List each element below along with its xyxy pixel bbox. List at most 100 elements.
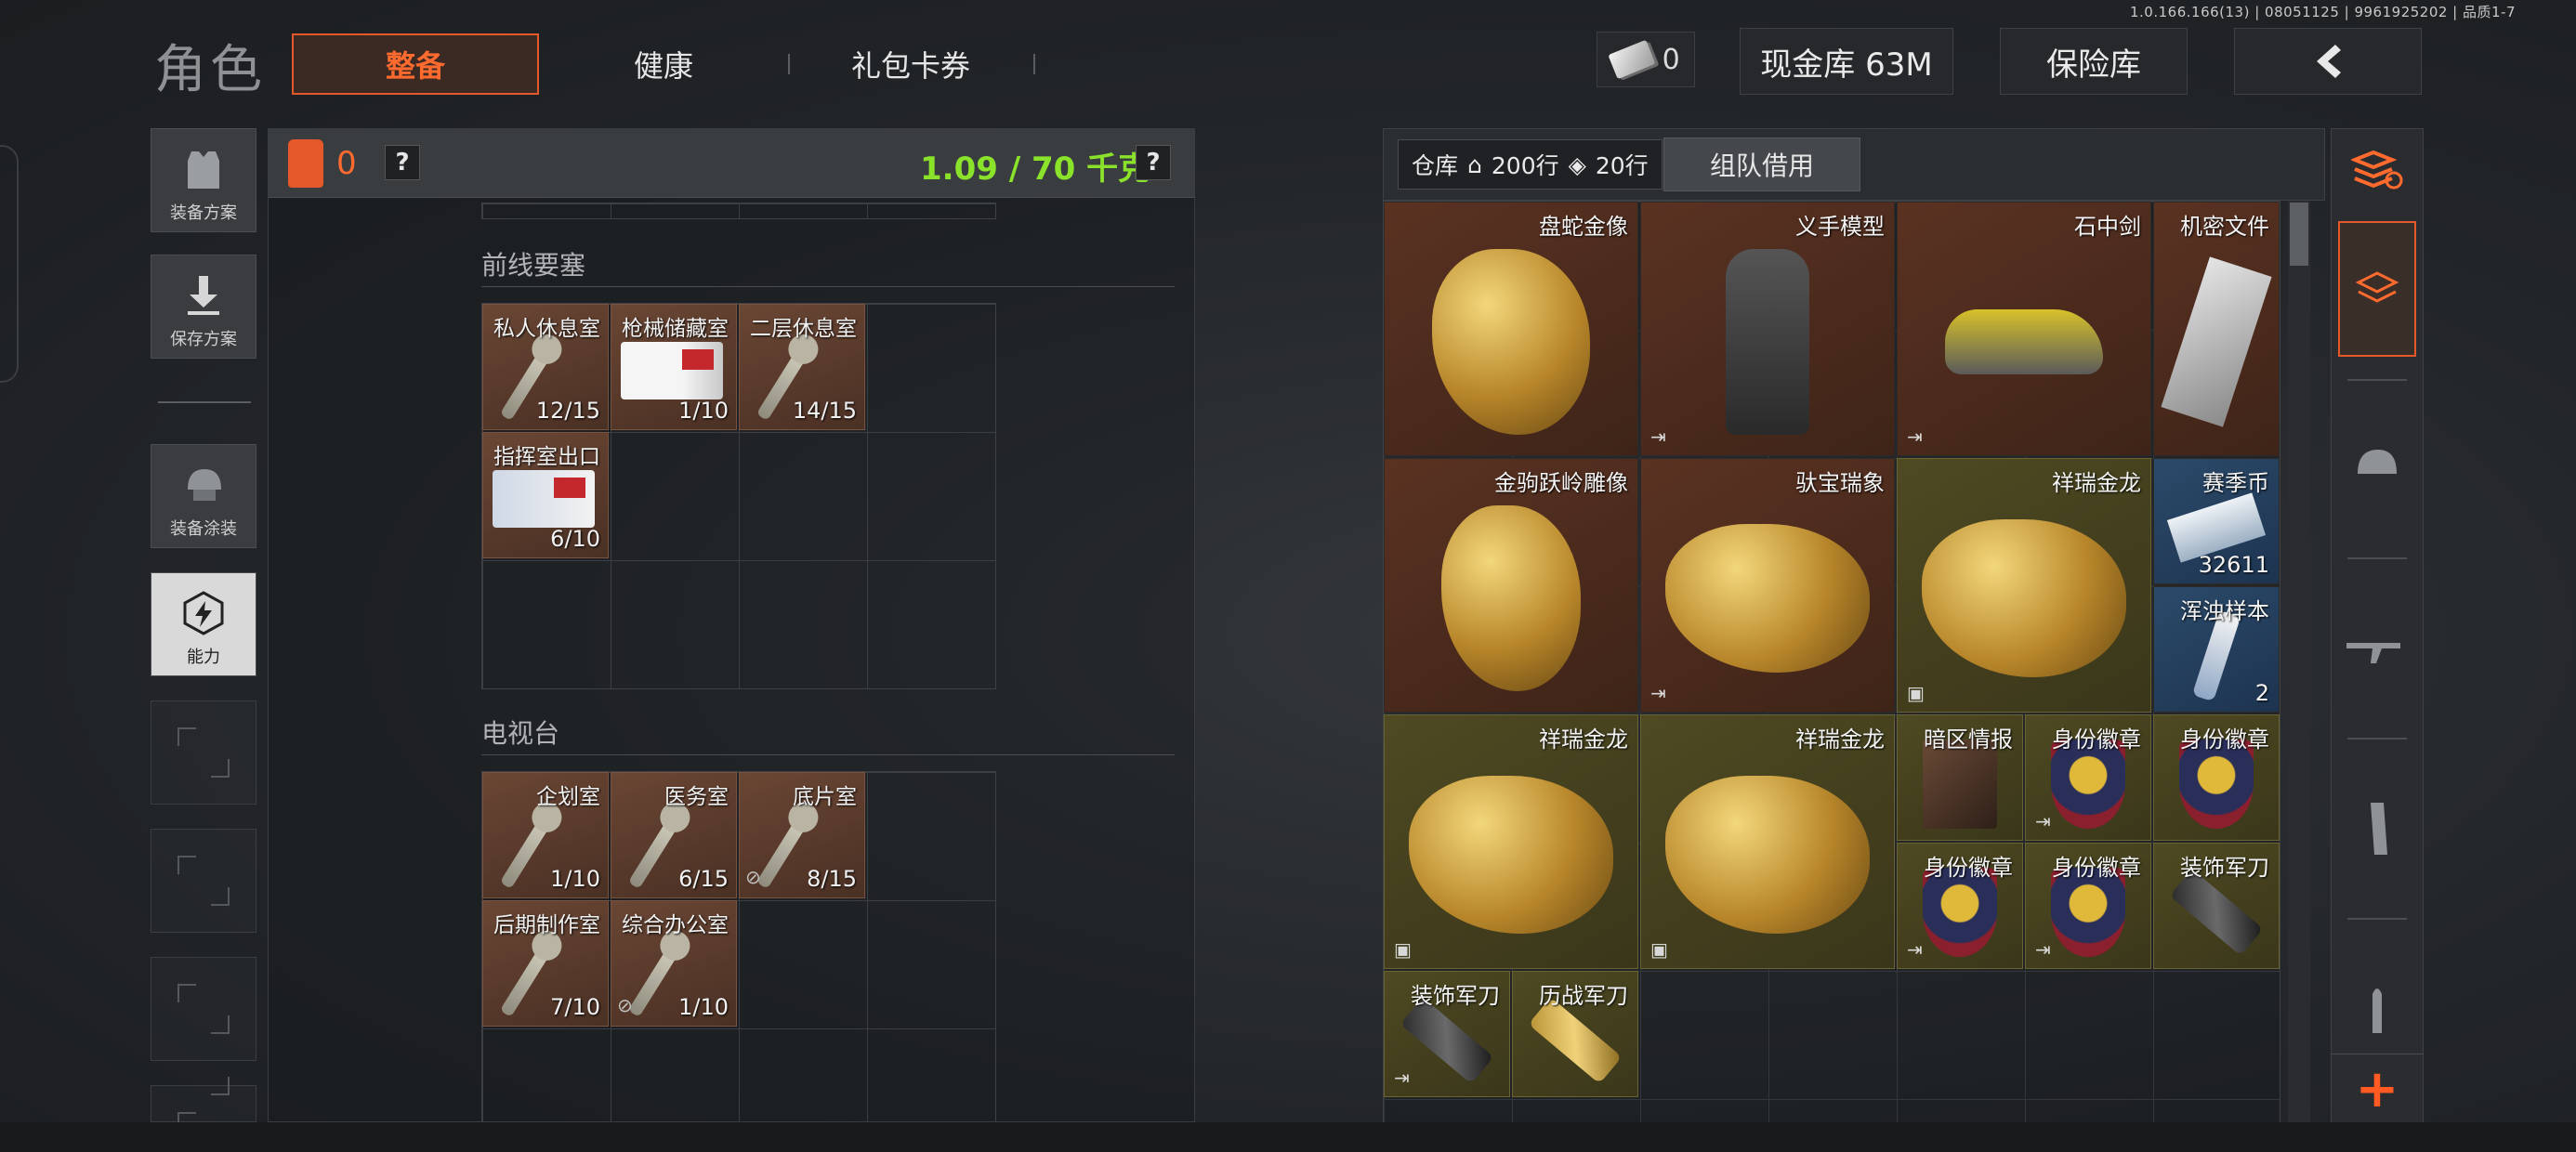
key-durability: 1/10 <box>678 994 729 1020</box>
warehouse-item[interactable]: 暗区情报 <box>1897 714 2023 841</box>
golden-dragon-icon <box>1922 518 2126 677</box>
item-name: 身份徽章 <box>1924 855 2013 881</box>
key-item[interactable]: ⊘ 底片室 8/15 <box>739 772 865 898</box>
warehouse-item[interactable]: 装饰军刀 ⇥ <box>1384 971 1510 1097</box>
stack-sort-icon[interactable] <box>2338 132 2416 210</box>
save-plan-button[interactable]: 保存方案 <box>151 255 256 359</box>
key-durability: 6/15 <box>678 866 729 892</box>
tab-separator <box>788 54 790 74</box>
rifle-icon[interactable] <box>2338 609 2416 687</box>
tab-gift-cards[interactable]: 礼包卡券 <box>818 33 1004 95</box>
add-button[interactable]: + <box>2331 1054 2424 1124</box>
key-durability: 14/15 <box>792 398 857 424</box>
exit-icon: ⇥ <box>1907 425 1923 448</box>
warehouse-item[interactable]: 身份徽章 ⇥ <box>2025 843 2151 969</box>
restricted-icon: ⊘ <box>745 866 761 888</box>
exit-icon: ⇥ <box>1650 425 1666 448</box>
layers-icon[interactable] <box>2338 221 2416 357</box>
warehouse-item[interactable]: 石中剑 ⇥ <box>1897 202 2151 456</box>
item-name: 祥瑞金龙 <box>1539 727 1628 753</box>
chevron-left-icon <box>2317 45 2341 78</box>
warehouse-item[interactable]: 身份徽章 ⇥ <box>2025 714 2151 841</box>
warehouse-item[interactable]: 祥瑞金龙 ▣ <box>1384 714 1638 969</box>
warehouse-item[interactable]: 祥瑞金龙 ▣ <box>1897 458 2151 713</box>
hand-model-icon <box>1726 248 1809 435</box>
horse-statue-icon <box>1441 504 1581 691</box>
warehouse-item[interactable]: 机密文件 <box>2153 202 2280 456</box>
warehouse-label[interactable]: 仓库 ⌂ 200行 ◈ 20行 <box>1398 139 1663 190</box>
key-item[interactable]: 企划室 1/10 <box>482 772 609 898</box>
key-name: 二层休息室 <box>750 317 857 341</box>
insurance-vault-button[interactable]: 保险库 <box>2000 28 2188 95</box>
section-divider <box>481 286 1175 287</box>
key-name: 枪械储藏室 <box>622 317 729 341</box>
warehouse-item[interactable]: 历战军刀 <box>1512 971 1638 1097</box>
warehouse-item[interactable]: 赛季币 32611 <box>2153 458 2280 584</box>
ticket-counter[interactable]: 0 <box>1597 32 1695 87</box>
side-drawer-handle[interactable] <box>0 145 19 383</box>
download-icon <box>188 276 219 315</box>
back-button[interactable] <box>2234 28 2422 95</box>
golden-dragon-icon <box>1665 775 1870 934</box>
ability-button[interactable]: 能力 <box>151 572 256 676</box>
warehouse-item[interactable]: 装饰军刀 <box>2153 843 2280 969</box>
ticket-count: 0 <box>1662 43 1680 76</box>
cash-vault-button[interactable]: 现金库 63M <box>1740 28 1953 95</box>
sidebar-item-label: 保存方案 <box>170 330 237 349</box>
warehouse-item[interactable]: 驮宝瑞象 ⇥ <box>1640 458 1895 713</box>
key-item[interactable]: ⊘ 综合办公室 1/10 <box>611 900 737 1027</box>
key-item[interactable]: 后期制作室 7/10 <box>482 900 609 1027</box>
item-name: 义手模型 <box>1795 214 1885 240</box>
empty-slot[interactable] <box>151 957 256 1061</box>
item-name: 赛季币 <box>2202 470 2269 496</box>
team-borrow-button[interactable]: 组队借用 <box>1663 137 1860 191</box>
warehouse-title: 仓库 <box>1412 152 1459 179</box>
warehouse-item[interactable]: 浑浊样本 2 <box>2153 586 2280 713</box>
key-item[interactable]: 私人休息室 12/15 <box>482 304 609 430</box>
sidebar-item-label: 装备方案 <box>170 203 237 223</box>
weight-indicator: 1.09 / 70 千克 <box>920 151 1150 188</box>
weight-help-button[interactable]: ? <box>1136 145 1171 180</box>
empty-slot[interactable] <box>151 829 256 933</box>
sidebar-item-label: 能力 <box>187 648 220 667</box>
item-count: 32611 <box>2198 552 2269 578</box>
item-name: 机密文件 <box>2180 214 2269 240</box>
key-icon <box>499 812 555 890</box>
scroll-thumb[interactable] <box>2290 203 2308 266</box>
item-name: 祥瑞金龙 <box>1795 727 1885 753</box>
warehouse-scrollbar[interactable] <box>2288 201 2310 1124</box>
key-name: 企划室 <box>536 785 600 809</box>
warehouse-item[interactable]: 义手模型 ⇥ <box>1640 202 1895 456</box>
tab-prepare[interactable]: 整备 <box>292 33 539 95</box>
key-name: 综合办公室 <box>622 913 729 937</box>
toolbar-divider <box>2347 557 2407 559</box>
equipment-paint-button[interactable]: 装备涂装 <box>151 444 256 548</box>
ammo-icon[interactable] <box>2338 970 2416 1048</box>
warehouse-item[interactable]: 身份徽章 <box>2153 714 2280 841</box>
loadout-plan-button[interactable]: 装备方案 <box>151 128 256 232</box>
key-item[interactable]: 枪械储藏室 1/10 <box>611 304 737 430</box>
sidebar-item-label: 装备涂装 <box>170 519 237 539</box>
help-button[interactable]: ? <box>385 145 420 180</box>
empty-slot[interactable] <box>151 700 256 805</box>
item-name: 盘蛇金像 <box>1539 214 1628 240</box>
box-icon: ▣ <box>1907 682 1925 704</box>
tab-health[interactable]: 健康 <box>571 33 756 95</box>
warehouse-item[interactable]: 身份徽章 ⇥ <box>1897 843 2023 969</box>
warehouse-item[interactable]: 金驹跃岭雕像 <box>1384 458 1638 713</box>
key-durability: 6/10 <box>550 526 600 552</box>
helmet-icon[interactable] <box>2338 427 2416 505</box>
key-item[interactable]: 指挥室出口 6/10 <box>482 432 609 558</box>
key-item[interactable]: 医务室 6/15 <box>611 772 737 898</box>
empty-slot[interactable] <box>151 1077 256 1131</box>
key-item[interactable]: 二层休息室 14/15 <box>739 304 865 430</box>
warehouse-item[interactable]: 盘蛇金像 <box>1384 202 1638 456</box>
elephant-statue-icon <box>1665 523 1870 673</box>
warehouse-item[interactable]: 祥瑞金龙 ▣ <box>1640 714 1895 969</box>
magazine-icon[interactable] <box>2338 790 2416 868</box>
page-title: 角色 <box>154 40 266 100</box>
key-icon <box>627 940 683 1018</box>
version-text: 1.0.166.166(13) | 08051125 | 9961925202 … <box>2130 4 2516 20</box>
item-name: 装饰军刀 <box>2180 855 2269 881</box>
key-icon <box>627 812 683 890</box>
